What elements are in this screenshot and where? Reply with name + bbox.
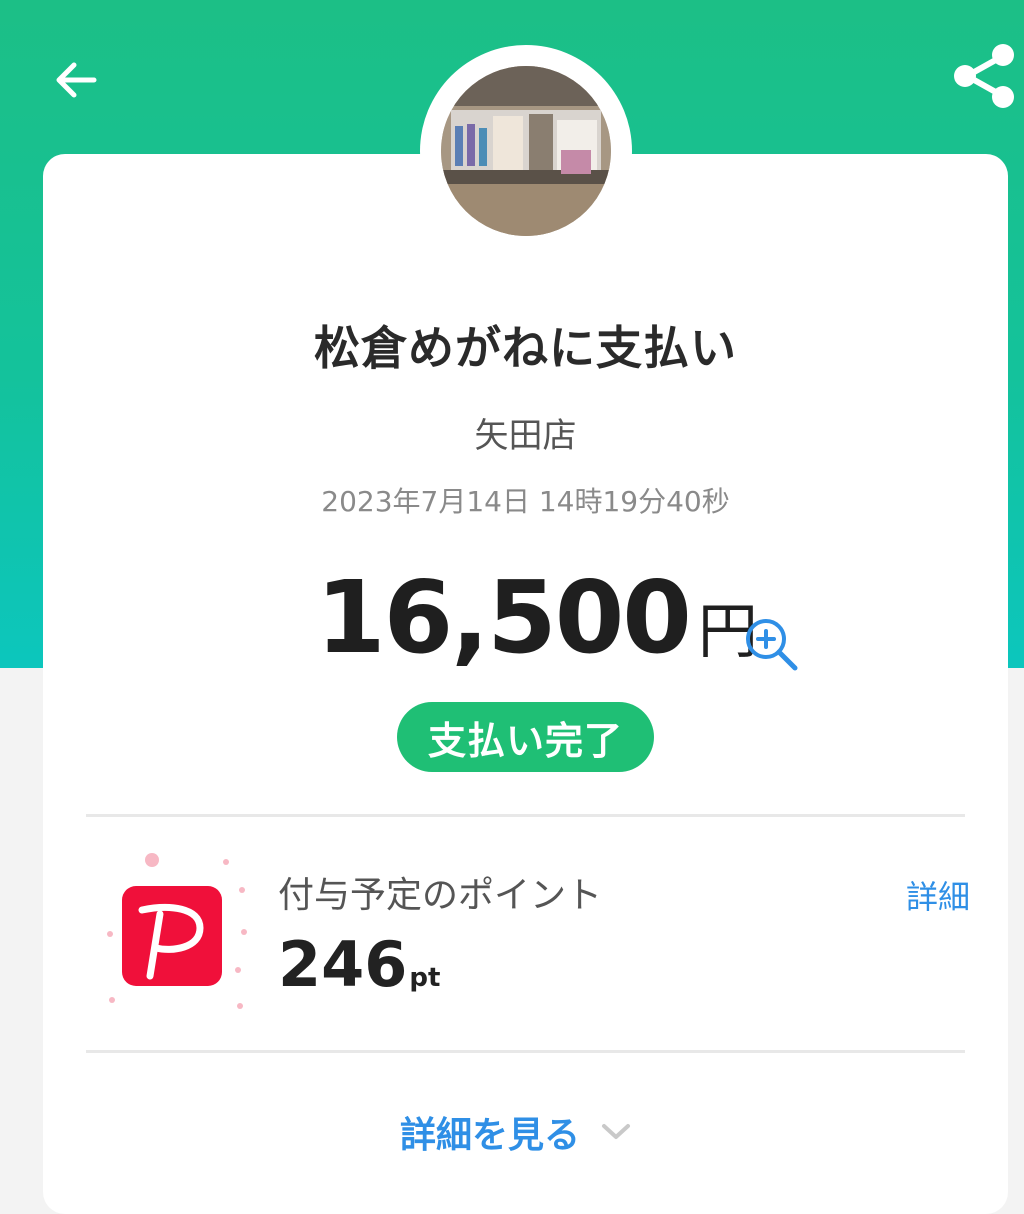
arrow-left-icon xyxy=(56,62,97,98)
share-button[interactable] xyxy=(944,36,1024,116)
zoom-in-icon xyxy=(746,619,798,671)
chevron-down-icon xyxy=(600,1122,632,1142)
status-badge: 支払い完了 xyxy=(397,702,654,772)
divider xyxy=(86,1050,965,1053)
see-details-label: 詳細を見る xyxy=(400,1115,581,1156)
see-details-button[interactable]: 詳細を見る xyxy=(400,1104,632,1160)
zoom-button[interactable] xyxy=(742,615,800,673)
merchant-avatar xyxy=(441,66,611,236)
divider xyxy=(86,814,965,817)
points-number: 246 xyxy=(278,928,408,1001)
merchant-title: 松倉めがねに支払い xyxy=(314,321,737,375)
amount-value: 16,500 xyxy=(316,559,692,676)
payment-timestamp: 2023年7月14日 14時19分40秒 xyxy=(321,485,730,518)
share-icon xyxy=(954,44,1014,108)
points-detail-link[interactable]: 詳細 xyxy=(880,872,970,918)
back-button[interactable] xyxy=(44,48,108,112)
paypay-logo-icon xyxy=(100,848,260,1018)
branch-name: 矢田店 xyxy=(474,416,577,456)
points-unit: pt xyxy=(409,963,441,993)
points-value: 246 pt xyxy=(278,934,440,996)
points-label: 付与予定のポイント xyxy=(278,875,603,916)
amount-row: 16,500 円 xyxy=(316,568,758,678)
